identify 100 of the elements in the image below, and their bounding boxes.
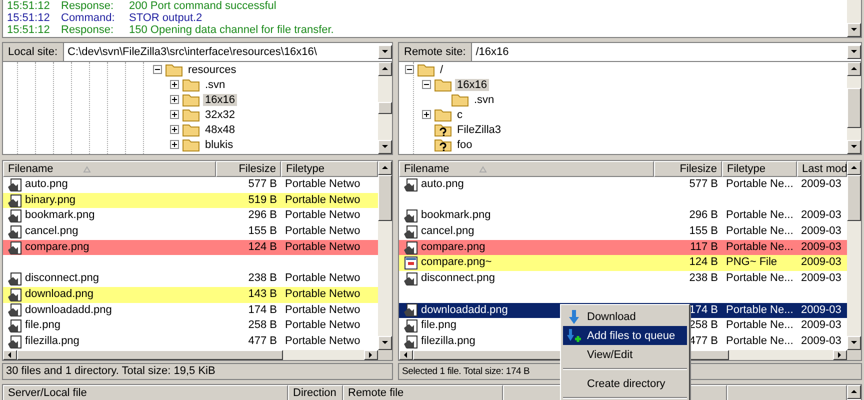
file-icon: [403, 256, 419, 270]
path-combobox[interactable]: C:\dev\svn\FileZilla3\src\interface\resources\16x16\: [64, 43, 392, 61]
scroll-down-button[interactable]: [378, 336, 392, 350]
file-size: 577 B: [689, 178, 718, 190]
expand-icon[interactable]: [170, 80, 179, 89]
file-date: 2009-03: [801, 334, 842, 347]
file-name: disconnect.png: [421, 271, 495, 286]
file-size: 155 B: [248, 225, 277, 238]
scroll-right-button[interactable]: [833, 350, 847, 360]
column-header[interactable]: Filetype: [281, 161, 378, 177]
collapse-icon[interactable]: [422, 80, 431, 89]
scroll-up-button[interactable]: [378, 62, 392, 76]
file-row[interactable]: downloadadd.png 174 B Portable Netwo: [3, 302, 378, 318]
folder-name[interactable]: FileZilla3: [455, 124, 504, 136]
folder-name[interactable]: 48x48: [203, 124, 237, 136]
expand-icon[interactable]: [170, 140, 179, 149]
scroll-up-button[interactable]: [847, 62, 861, 76]
scrollbar-thumb[interactable]: [847, 88, 861, 128]
scrollbar-thumb[interactable]: [17, 350, 283, 360]
scrollbar-thumb[interactable]: [378, 175, 392, 221]
file-date: 2009-03: [801, 209, 842, 222]
file-type: Portable Ne...: [726, 319, 794, 332]
file-type: Portable Ne...: [726, 304, 794, 316]
collapse-icon[interactable]: [405, 65, 414, 74]
file-size: 258 B: [248, 319, 277, 332]
folder-name[interactable]: 16x16: [455, 78, 489, 90]
scroll-left-button[interactable]: [3, 350, 17, 360]
file-name: auto.png: [25, 177, 68, 192]
scroll-up-button[interactable]: [847, 161, 861, 175]
image-file-icon: [7, 240, 23, 255]
file-size: 124 B: [248, 240, 277, 253]
file-row[interactable]: download.png 143 B Portable Netwo: [3, 286, 378, 302]
image-file-icon: [7, 224, 23, 239]
menu-item[interactable]: Download: [563, 307, 687, 326]
column-header[interactable]: Filename: [399, 161, 654, 177]
scrollbar-thumb[interactable]: [378, 102, 392, 114]
file-date: 2009-03: [801, 319, 842, 332]
file-type: Portable Netwo: [285, 209, 360, 222]
folder-name[interactable]: blukis: [203, 138, 236, 150]
scroll-left-button[interactable]: [399, 350, 413, 360]
scroll-down-button[interactable]: [847, 140, 861, 154]
scroll-down-button[interactable]: [378, 45, 392, 59]
column-header[interactable]: Filename: [3, 161, 216, 177]
file-date: 2009-03: [801, 272, 842, 284]
menu-item[interactable]: Add files to queue: [563, 326, 687, 345]
image-file-icon: [7, 178, 23, 192]
folder-name[interactable]: 32x32: [203, 108, 237, 120]
column-header[interactable]: Filesize: [216, 161, 281, 177]
path-combobox[interactable]: /16x16: [472, 43, 861, 61]
file-row[interactable]: compare.png 117 B Portable Ne... 2009-03: [399, 240, 847, 256]
folder-name[interactable]: foo: [455, 138, 474, 150]
folder-icon: [182, 92, 200, 106]
scroll-up-button[interactable]: [378, 161, 392, 175]
column-header[interactable]: Filesize: [654, 161, 722, 177]
collapse-icon[interactable]: [153, 65, 162, 74]
column-header[interactable]: Remote file: [343, 384, 503, 400]
file-type: Portable Netwo: [285, 304, 360, 316]
column-header[interactable]: Server/Local file: [3, 384, 288, 400]
column-header[interactable]: Last mod: [797, 161, 847, 177]
folder-name[interactable]: .svn: [203, 78, 228, 90]
image-file-icon: [403, 178, 419, 192]
file-row[interactable]: binary.png 519 B Portable Netwo: [3, 192, 378, 208]
file-row[interactable]: compare.png~ 124 B PNG~ File 2009-03: [399, 255, 847, 272]
image-file-icon: [7, 209, 23, 224]
scroll-up-button[interactable]: [847, 384, 861, 399]
folder-icon: [182, 122, 200, 136]
folder-name[interactable]: 16x16: [203, 94, 237, 106]
folder-name[interactable]: c: [455, 108, 464, 120]
file-size: 124 B: [689, 256, 718, 268]
column-header[interactable]: Direction: [288, 384, 343, 400]
menu-item[interactable]: View/Edit: [563, 345, 687, 364]
file-name: compare.png: [421, 240, 486, 255]
file-type: Portable Netwo: [285, 240, 360, 253]
scroll-down-button[interactable]: [847, 23, 861, 37]
file-date: 2009-03: [801, 304, 842, 316]
image-file-icon: [403, 272, 419, 286]
folder-name[interactable]: resources: [186, 64, 238, 76]
scroll-right-button[interactable]: [364, 350, 378, 360]
file-date: 2009-03: [801, 225, 842, 238]
file-name: file.png: [25, 318, 60, 334]
expand-icon[interactable]: [170, 95, 179, 104]
scroll-down-button[interactable]: [847, 336, 861, 350]
column-header[interactable]: [727, 384, 847, 400]
file-type: Portable Netwo: [285, 178, 360, 190]
scroll-down-button[interactable]: [847, 45, 861, 59]
expand-icon[interactable]: [170, 125, 179, 134]
file-name: disconnect.png: [25, 271, 99, 286]
file-type: Portable Netwo: [285, 225, 360, 238]
column-header[interactable]: Filetype: [722, 161, 797, 177]
expand-icon[interactable]: [422, 110, 431, 119]
image-file-icon: [7, 272, 23, 286]
file-row[interactable]: compare.png 124 B Portable Netwo: [3, 240, 378, 256]
scroll-down-button[interactable]: [378, 140, 392, 154]
folder-name[interactable]: /: [438, 64, 446, 76]
scrollbar-thumb[interactable]: [847, 175, 861, 221]
file-type: Portable Ne...: [726, 272, 794, 284]
expand-icon[interactable]: [170, 110, 179, 119]
folder-name[interactable]: .svn: [472, 94, 496, 106]
image-file-icon: [7, 288, 23, 302]
file-date: 2009-03: [801, 240, 842, 253]
